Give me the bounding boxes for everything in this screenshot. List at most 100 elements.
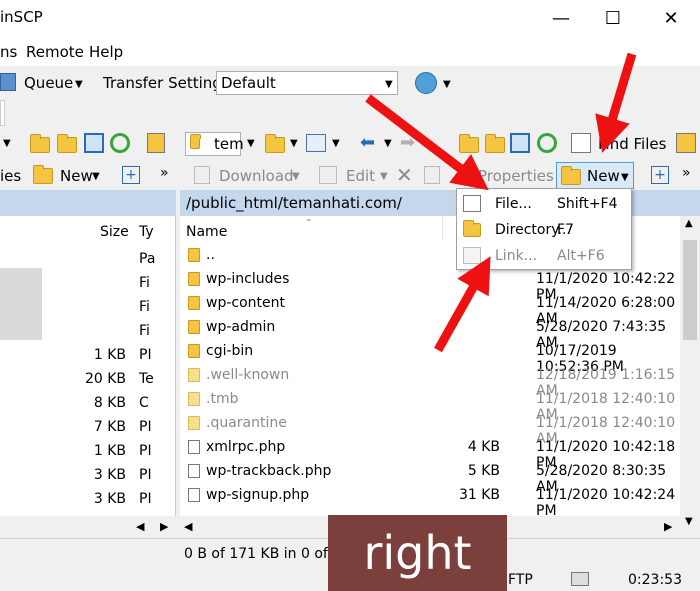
right-root-folder-icon[interactable] <box>485 134 505 153</box>
right-folder-dropdown-icon[interactable]: ▼ <box>247 138 255 149</box>
left-properties-cut[interactable]: ies <box>0 167 21 185</box>
table-row[interactable]: wp-admin 5/28/2020 7:43:35 AM <box>180 316 680 351</box>
link-icon <box>463 247 481 264</box>
left-root-folder-icon[interactable] <box>57 134 77 153</box>
left-scroll-left-icon[interactable]: ◀ <box>136 520 144 533</box>
transfer-settings-value: Default <box>221 74 276 92</box>
minimize-button[interactable]: — <box>538 0 584 36</box>
left-table-row[interactable]: 3 KB PI <box>0 464 176 488</box>
right-scroll-right-icon[interactable]: ▶ <box>664 520 672 533</box>
left-new-dropdown-icon[interactable]: ▼ <box>92 171 100 182</box>
edit-dropdown-icon[interactable]: ▼ <box>380 171 388 182</box>
transfer-dropdown-icon[interactable]: ▼ <box>385 79 393 90</box>
left-header-size[interactable]: Size <box>100 224 129 240</box>
left-more-icon[interactable]: » <box>160 165 169 181</box>
back-arrow-icon[interactable]: ⬅ <box>360 132 375 153</box>
connection-icon <box>571 572 589 586</box>
right-more-icon[interactable]: » <box>682 165 691 181</box>
right-home-icon[interactable] <box>510 133 530 153</box>
menu-bar: ns Remote Help <box>0 36 700 66</box>
find-files-icon[interactable] <box>571 133 591 153</box>
menu-item-directory[interactable]: Directory... F7 <box>457 217 631 243</box>
table-row[interactable]: xmlrpc.php 4 KB 11/1/2020 10:42:18 PM <box>180 436 680 471</box>
left-row-type: PI <box>139 419 152 435</box>
left-nav-dropdown-icon[interactable]: ▼ <box>3 138 11 149</box>
rename-icon[interactable] <box>424 166 440 184</box>
menu-remote[interactable]: Remote <box>26 43 84 61</box>
left-table-row[interactable]: 1 KB PI <box>0 440 176 464</box>
table-row[interactable]: .well-known 12/18/2019 1:16:15 AM <box>180 364 680 399</box>
table-row[interactable]: wp-signup.php 31 KB 11/1/2020 10:42:24 PM <box>180 484 680 519</box>
edit-icon[interactable] <box>319 166 337 184</box>
table-row[interactable]: wp-includes 11/1/2020 10:42:22 PM <box>180 268 680 303</box>
download-icon[interactable] <box>194 166 210 184</box>
left-parent-folder-icon[interactable] <box>30 134 50 153</box>
new-button[interactable]: New ▼ <box>556 162 634 189</box>
close-button[interactable]: ✕ <box>648 0 694 36</box>
right-scroll-left-icon[interactable]: ◀ <box>184 520 192 533</box>
right-folder-combo[interactable]: tem <box>185 132 244 156</box>
delete-icon[interactable]: ✕ <box>396 163 413 187</box>
table-row[interactable]: .tmb 11/1/2018 12:40:10 AM <box>180 388 680 423</box>
right-header-name[interactable]: Name <box>186 224 227 240</box>
left-add-icon[interactable]: + <box>122 166 140 184</box>
right-parent-folder-icon[interactable] <box>459 134 479 153</box>
left-table-row[interactable]: Pa <box>0 248 176 272</box>
left-table-row[interactable]: Fi <box>0 296 176 320</box>
left-horizontal-scrollbar[interactable]: ◀ ▶ <box>0 516 176 538</box>
left-table-row[interactable]: 3 KB PI <box>0 488 176 512</box>
table-row[interactable]: .quarantine 11/1/2018 12:40:10 AM <box>180 412 680 447</box>
left-table-row[interactable]: 7 KB PI <box>0 416 176 440</box>
menu-item-directory-shortcut: F7 <box>557 222 574 238</box>
left-sync-browse-icon[interactable] <box>147 133 165 153</box>
properties-button[interactable]: Properties <box>478 167 554 185</box>
download-button[interactable]: Download <box>219 167 294 185</box>
right-scroll-thumb[interactable] <box>683 240 697 340</box>
folder-icon <box>188 272 200 286</box>
left-new-button[interactable]: New <box>60 167 93 185</box>
right-folder-combo-value: tem <box>214 135 244 153</box>
scroll-down-icon[interactable]: ▼ <box>685 516 693 527</box>
queue-button[interactable]: Queue <box>24 74 73 92</box>
menu-item-file[interactable]: File... Shift+F4 <box>457 191 631 217</box>
left-table-row[interactable]: Fi <box>0 320 176 344</box>
row-size: 4 KB <box>467 439 500 455</box>
left-refresh-icon[interactable] <box>110 133 130 153</box>
right-open-folder-icon[interactable] <box>265 134 285 153</box>
globe-sync-icon[interactable] <box>415 72 437 94</box>
filter-dropdown-icon[interactable]: ▼ <box>332 138 340 149</box>
edit-button[interactable]: Edit <box>346 167 375 185</box>
menu-options[interactable]: ns <box>0 43 17 61</box>
filter-icon[interactable] <box>306 134 326 152</box>
left-header-type[interactable]: Ty <box>139 224 154 240</box>
globe-dropdown-icon[interactable]: ▼ <box>443 79 451 90</box>
transfer-settings-label: Transfer Settings <box>103 74 230 92</box>
table-row[interactable]: wp-content 11/14/2020 6:28:00 AM <box>180 292 680 327</box>
menu-help[interactable]: Help <box>89 43 123 61</box>
left-table-row[interactable]: Fi <box>0 272 176 296</box>
right-sync-browse-icon[interactable] <box>676 133 696 153</box>
left-row-type: PI <box>139 467 152 483</box>
left-new-icon[interactable] <box>33 165 53 184</box>
folder-icon <box>188 416 200 430</box>
right-open-folder-dropdown-icon[interactable]: ▼ <box>290 138 298 149</box>
find-files-button[interactable]: Find Files <box>598 135 666 153</box>
maximize-button[interactable]: ☐ <box>590 0 636 36</box>
left-table-row[interactable]: 1 KB PI <box>0 344 176 368</box>
table-row[interactable]: cgi-bin 10/17/2019 10:52:36 PM <box>180 340 680 375</box>
forward-arrow-icon[interactable]: ➡ <box>400 132 415 153</box>
left-file-pane[interactable]: Size Ty Pa Fi Fi Fi 1 KB PI 20 KB Te 8 KB C 7 KB PI… <box>0 216 176 538</box>
scroll-up-icon[interactable]: ▲ <box>685 218 693 229</box>
back-dropdown-icon[interactable]: ▼ <box>384 138 392 149</box>
left-table-row[interactable]: 8 KB C <box>0 392 176 416</box>
left-home-icon[interactable] <box>84 133 104 153</box>
transfer-settings-combo[interactable]: Default <box>216 71 398 95</box>
left-table-row[interactable]: 20 KB Te <box>0 368 176 392</box>
right-add-icon[interactable]: + <box>651 166 669 184</box>
right-refresh-icon[interactable] <box>537 133 557 153</box>
left-scroll-right-icon[interactable]: ▶ <box>160 520 168 533</box>
download-dropdown-icon[interactable]: ▼ <box>292 171 300 182</box>
queue-dropdown-icon[interactable]: ▼ <box>75 79 83 90</box>
table-row[interactable]: wp-trackback.php 5 KB 5/28/2020 8:30:35 AM <box>180 460 680 495</box>
menu-item-link[interactable]: Link... Alt+F6 <box>457 243 631 269</box>
